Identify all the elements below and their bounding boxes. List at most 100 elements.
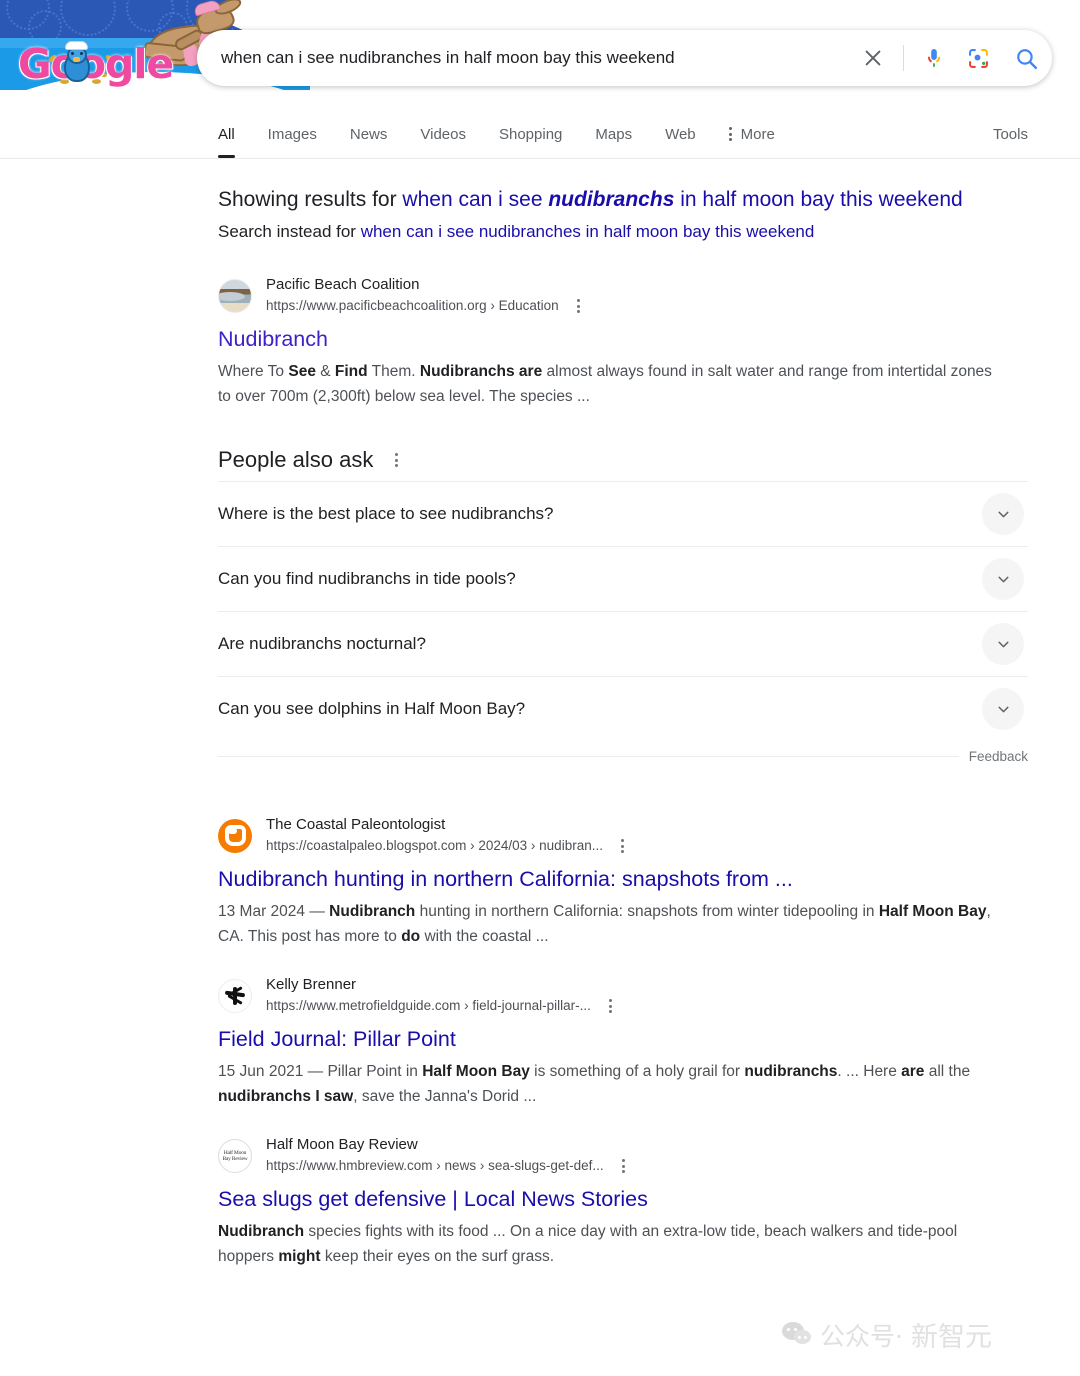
- search-input[interactable]: [197, 48, 851, 68]
- tab-all[interactable]: All: [218, 110, 235, 158]
- snippet-highlight: Nudibranch: [218, 1223, 305, 1240]
- snippet-highlight: might: [278, 1248, 321, 1265]
- result-site-name: The Coastal Paleontologist: [266, 816, 446, 833]
- snippet-text: . ... Here: [837, 1063, 902, 1080]
- search-nav-tabs: All Images News Videos Shopping Maps Web…: [0, 110, 1080, 159]
- result-snippet: Nudibranch species fights with its food …: [218, 1219, 1008, 1269]
- tools-button[interactable]: Tools: [993, 110, 1028, 158]
- snippet-text: keep their eyes on the surf grass.: [320, 1248, 554, 1265]
- tab-images-label: Images: [267, 125, 317, 143]
- result-snippet: 13 Mar 2024 — Nudibranch hunting in nort…: [218, 899, 1008, 949]
- snippet-highlight: are: [901, 1063, 925, 1080]
- snippet-text: 15 Jun 2021 — Pillar Point in: [218, 1063, 423, 1080]
- tab-maps[interactable]: Maps: [595, 110, 632, 158]
- search-divider: [903, 45, 904, 71]
- result-header: Pacific Beach Coalition https://www.paci…: [218, 275, 1028, 316]
- favicon-kelly-brenner-icon: [218, 978, 252, 1013]
- snippet-highlight: do: [401, 928, 421, 945]
- search-result-item: Pacific Beach Coalition https://www.paci…: [218, 275, 1028, 409]
- search-icon[interactable]: [1000, 36, 1052, 80]
- result-url: https://coastalpaleo.blogspot.com › 2024…: [266, 838, 603, 853]
- people-also-ask-title: People also ask: [218, 447, 374, 472]
- showing-results-for-line: Showing results for when can i see nudib…: [218, 185, 1028, 215]
- result-site-name: Half Moon Bay Review: [266, 1136, 418, 1153]
- result-title-link[interactable]: Nudibranch: [218, 325, 1028, 353]
- people-also-ask-header: People also ask: [218, 447, 1028, 473]
- showing-results-prefix: Showing results for: [218, 188, 403, 211]
- result-options-kebab-icon[interactable]: [571, 296, 586, 316]
- result-title-link[interactable]: Field Journal: Pillar Point: [218, 1025, 1028, 1053]
- chevron-down-icon[interactable]: [982, 688, 1024, 730]
- people-also-ask-footer: Feedback: [218, 741, 1028, 771]
- snippet-highlight: Nudibranch: [329, 903, 416, 920]
- search-bar[interactable]: [197, 30, 1052, 86]
- result-url-row: https://www.metrofieldguide.com › field-…: [266, 996, 618, 1016]
- result-url: https://www.hmbreview.com › news › sea-s…: [266, 1158, 604, 1173]
- result-options-kebab-icon[interactable]: [603, 996, 618, 1016]
- result-url: https://www.metrofieldguide.com › field-…: [266, 998, 591, 1013]
- tab-web[interactable]: Web: [665, 110, 696, 158]
- tab-shopping-label: Shopping: [498, 125, 563, 143]
- corrected-query-term: nudibranchs: [548, 188, 675, 211]
- result-options-kebab-icon[interactable]: [615, 836, 630, 856]
- chevron-down-icon[interactable]: [982, 493, 1024, 535]
- tab-videos[interactable]: Videos: [420, 110, 466, 158]
- favicon-blogger-icon: [218, 818, 252, 853]
- wechat-logo-icon: [782, 1321, 812, 1348]
- original-query-link[interactable]: when can i see nudibranches in half moon…: [361, 222, 815, 241]
- snippet-text: with the coastal ...: [420, 928, 549, 945]
- paa-question-label: Are nudibranchs nocturnal?: [218, 634, 426, 653]
- search-result-item: The Coastal Paleontologist https://coast…: [218, 815, 1028, 949]
- spelling-correction-block: Showing results for when can i see nudib…: [218, 185, 1028, 245]
- snippet-highlight: Nudibranchs are: [419, 363, 543, 380]
- result-snippet: 15 Jun 2021 — Pillar Point in Half Moon …: [218, 1059, 1008, 1109]
- watermark-account-label: 公众号·: [820, 1321, 903, 1351]
- people-also-ask-section: People also ask Where is the best place …: [218, 447, 1028, 771]
- people-also-ask-options-icon[interactable]: [389, 449, 404, 471]
- result-title-link[interactable]: Sea slugs get defensive | Local News Sto…: [218, 1185, 1028, 1213]
- tab-news[interactable]: News: [350, 110, 388, 158]
- people-also-ask-question[interactable]: Where is the best place to see nudibranc…: [218, 481, 1028, 546]
- result-options-kebab-icon[interactable]: [616, 1156, 631, 1176]
- snippet-highlight: See: [288, 363, 316, 380]
- snippet-text: all the: [924, 1063, 971, 1080]
- favicon-text-line-2: Bay Review: [222, 1155, 248, 1162]
- chevron-down-icon[interactable]: [982, 558, 1024, 600]
- tab-web-label: Web: [665, 125, 696, 143]
- people-also-ask-question[interactable]: Can you find nudibranchs in tide pools?: [218, 546, 1028, 611]
- feedback-link[interactable]: Feedback: [969, 749, 1028, 764]
- paa-question-label: Where is the best place to see nudibranc…: [218, 504, 554, 523]
- corrected-query-before: when can i see: [402, 188, 549, 211]
- result-title-link[interactable]: Nudibranch hunting in northern Californi…: [218, 865, 1028, 893]
- chevron-down-icon[interactable]: [982, 623, 1024, 665]
- result-url-row: https://coastalpaleo.blogspot.com › 2024…: [266, 836, 630, 856]
- corrected-query-link[interactable]: when can i see nudibranchs in half moon …: [402, 188, 962, 211]
- people-also-ask-question[interactable]: Can you see dolphins in Half Moon Bay?: [218, 676, 1028, 741]
- tab-shopping[interactable]: Shopping: [499, 110, 562, 158]
- tab-more[interactable]: More: [728, 110, 775, 158]
- paa-question-label: Can you see dolphins in Half Moon Bay?: [218, 699, 526, 718]
- result-header: The Coastal Paleontologist https://coast…: [218, 815, 1028, 856]
- search-result-item: Kelly Brenner https://www.metrofieldguid…: [218, 975, 1028, 1109]
- result-snippet: Where To See & Find Them. Nudibranchs ar…: [218, 359, 1008, 409]
- microphone-icon[interactable]: [912, 36, 956, 80]
- tab-news-label: News: [349, 125, 388, 143]
- tab-images[interactable]: Images: [268, 110, 317, 158]
- favicon-pacific-beach-coalition-icon: [218, 278, 252, 313]
- tools-label: Tools: [992, 125, 1028, 143]
- result-site-name: Kelly Brenner: [266, 976, 357, 993]
- search-result-item: Half Moon Bay Review Half Moon Bay Revie…: [218, 1135, 1028, 1269]
- doodle-bird-mascot-icon: [58, 40, 96, 84]
- result-url-row: https://www.pacificbeachcoalition.org › …: [266, 296, 586, 316]
- snippet-highlight: nudibranchs: [744, 1063, 838, 1080]
- snippet-text: Where To: [218, 363, 289, 380]
- close-icon[interactable]: [851, 36, 895, 80]
- tab-maps-label: Maps: [595, 125, 633, 143]
- snippet-highlight: Half Moon Bay: [422, 1063, 530, 1080]
- snippet-text: &: [315, 363, 335, 380]
- paa-divider: [218, 755, 959, 757]
- search-results-column: Showing results for when can i see nudib…: [218, 185, 1028, 1295]
- snippet-highlight: nudibranchs I saw: [218, 1088, 354, 1105]
- google-lens-icon[interactable]: [956, 36, 1000, 80]
- people-also-ask-question[interactable]: Are nudibranchs nocturnal?: [218, 611, 1028, 676]
